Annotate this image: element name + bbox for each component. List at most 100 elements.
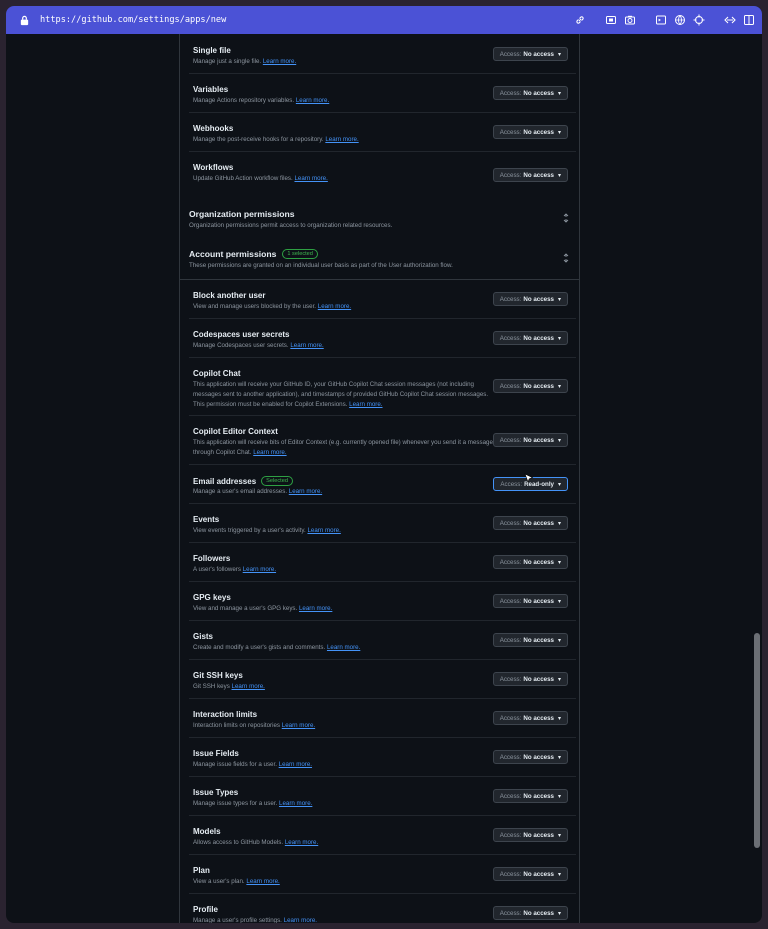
access-dropdown[interactable]: Access: No access ▾ <box>492 379 568 393</box>
screenshot-icon[interactable] <box>603 13 618 28</box>
learn-more-link[interactable]: Learn more. <box>263 58 296 65</box>
learn-more-link[interactable]: Learn more. <box>327 644 360 651</box>
access-value: No access <box>523 334 554 342</box>
permission-row: Models Allows access to GitHub Models. Le… <box>189 815 576 855</box>
access-dropdown[interactable]: Access: No access ▾ <box>492 292 568 306</box>
learn-more-link[interactable]: Learn more. <box>318 303 351 310</box>
permission-row: Variables Manage Actions repository varia… <box>189 73 576 113</box>
unfold-icon[interactable] <box>562 252 570 264</box>
caret-down-icon: ▾ <box>557 335 561 342</box>
access-dropdown[interactable]: Access: No access ▾ <box>492 516 568 530</box>
access-dropdown[interactable]: Access: No access ▾ <box>492 47 568 61</box>
crosshair-icon[interactable] <box>691 13 706 28</box>
access-value: No access <box>523 675 554 683</box>
access-value: No access <box>523 171 554 179</box>
access-dropdown[interactable]: Access: No access ▾ <box>492 594 568 608</box>
permission-row: Plan View a user's plan. Learn more. Acces… <box>189 854 576 894</box>
description-text: This application will receive bits of Ed… <box>193 439 493 456</box>
terminal-icon[interactable] <box>653 13 668 28</box>
permission-description: Create and modify a user's gists and com… <box>193 643 493 653</box>
access-dropdown[interactable]: Access: No access ▾ <box>492 433 568 447</box>
permission-description: Allows access to GitHub Models. Learn mo… <box>193 838 493 848</box>
description-text: Git SSH keys <box>193 683 230 690</box>
scrollbar-thumb[interactable] <box>754 633 760 848</box>
section-description: These permissions are granted on an indi… <box>189 262 453 269</box>
permission-description: View events triggered by a user's activi… <box>193 526 493 536</box>
link-icon[interactable] <box>572 13 587 28</box>
learn-more-link[interactable]: Learn more. <box>246 878 279 885</box>
access-dropdown[interactable]: Access: No access ▾ <box>492 906 568 920</box>
caret-down-icon: ▾ <box>557 172 561 179</box>
permission-title: Followers <box>193 554 231 563</box>
access-dropdown[interactable]: Access: No access ▾ <box>492 750 568 764</box>
caret-down-icon: ▾ <box>557 437 561 444</box>
learn-more-link[interactable]: Learn more. <box>284 917 317 923</box>
caret-down-icon: ▾ <box>557 520 561 527</box>
permission-row: Codespaces user secrets Manage Codespaces… <box>189 318 576 358</box>
caret-down-icon: ▾ <box>557 90 561 97</box>
learn-more-link[interactable]: Learn more. <box>290 342 323 349</box>
description-text: Manage Codespaces user secrets. <box>193 342 289 349</box>
page-content: Single file Manage just a single file. Le… <box>6 34 762 923</box>
learn-more-link[interactable]: Learn more. <box>253 449 286 456</box>
learn-more-link[interactable]: Learn more. <box>289 488 322 495</box>
learn-more-link[interactable]: Learn more. <box>294 175 327 182</box>
learn-more-link[interactable]: Learn more. <box>349 401 382 408</box>
access-label: Access: <box>499 831 522 839</box>
access-label: Access: <box>499 436 522 444</box>
access-dropdown[interactable]: Access: No access ▾ <box>492 867 568 881</box>
caret-down-icon: ▾ <box>557 481 561 488</box>
caret-down-icon: ▾ <box>557 754 561 761</box>
access-dropdown[interactable]: Access: No access ▾ <box>492 555 568 569</box>
learn-more-link[interactable]: Learn more. <box>232 683 265 690</box>
caret-down-icon: ▾ <box>557 871 561 878</box>
learn-more-link[interactable]: Learn more. <box>307 527 340 534</box>
access-label: Access: <box>499 792 522 800</box>
access-dropdown[interactable]: Access: No access ▾ <box>492 86 568 100</box>
permission-description: Manage issue types for a user. Learn mor… <box>193 799 493 809</box>
globe-icon[interactable] <box>672 13 687 28</box>
access-dropdown[interactable]: Access: No access ▾ <box>492 633 568 647</box>
unfold-icon[interactable] <box>562 212 570 224</box>
permission-description: Manage a user's email addresses. Learn m… <box>193 487 493 497</box>
caret-down-icon: ▾ <box>557 51 561 58</box>
learn-more-link[interactable]: Learn more. <box>299 605 332 612</box>
address-bar[interactable]: https://github.com/settings/apps/new <box>6 6 762 34</box>
camera-icon[interactable] <box>622 13 637 28</box>
access-dropdown[interactable]: Access: No access ▾ <box>492 331 568 345</box>
permission-title: Workflows <box>193 163 234 172</box>
learn-more-link[interactable]: Learn more. <box>282 722 315 729</box>
split-view-icon[interactable] <box>741 13 756 28</box>
access-label: Access: <box>499 558 522 566</box>
permission-row: Issue Types Manage issue types for a user… <box>189 776 576 816</box>
permission-row: Gists Create and modify a user's gists an… <box>189 620 576 660</box>
access-value: No access <box>523 519 554 527</box>
permission-description: Git SSH keys Learn more. <box>193 682 493 692</box>
learn-more-link[interactable]: Learn more. <box>243 566 276 573</box>
code-arrows-icon[interactable] <box>722 13 737 28</box>
account-permissions-section[interactable]: Account permissions 1 selected These per… <box>180 238 579 280</box>
permission-title: Models <box>193 827 221 836</box>
access-label: Access: <box>499 334 522 342</box>
caret-down-icon: ▾ <box>557 559 561 566</box>
permission-description: A user's followers Learn more. <box>193 565 493 575</box>
permission-description: Manage Actions repository variables. Lea… <box>193 96 493 106</box>
access-dropdown[interactable]: Access: No access ▾ <box>492 828 568 842</box>
permission-title: Plan <box>193 866 210 875</box>
access-dropdown[interactable]: Access: No access ▾ <box>492 711 568 725</box>
learn-more-link[interactable]: Learn more. <box>279 761 312 768</box>
browser-toolbar <box>572 6 756 34</box>
access-dropdown[interactable]: Access: No access ▾ <box>492 168 568 182</box>
learn-more-link[interactable]: Learn more. <box>325 136 358 143</box>
access-value: No access <box>523 89 554 97</box>
access-dropdown[interactable]: Access: No access ▾ <box>492 125 568 139</box>
learn-more-link[interactable]: Learn more. <box>285 839 318 846</box>
access-dropdown[interactable]: Access: No access ▾ <box>492 672 568 686</box>
access-dropdown[interactable]: Access: No access ▾ <box>492 789 568 803</box>
learn-more-link[interactable]: Learn more. <box>296 97 329 104</box>
organization-permissions-section[interactable]: Organization permissions Organization pe… <box>180 198 579 239</box>
description-text: View and manage users blocked by the use… <box>193 303 317 310</box>
learn-more-link[interactable]: Learn more. <box>279 800 312 807</box>
permission-title: Git SSH keys <box>193 671 243 680</box>
url-text[interactable]: https://github.com/settings/apps/new <box>40 15 226 25</box>
